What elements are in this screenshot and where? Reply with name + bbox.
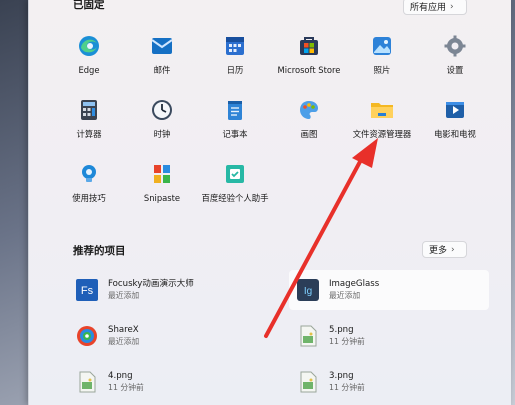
arrow-shaft [264,156,364,338]
arrow-head [352,138,378,168]
annotation-arrow [264,138,378,338]
